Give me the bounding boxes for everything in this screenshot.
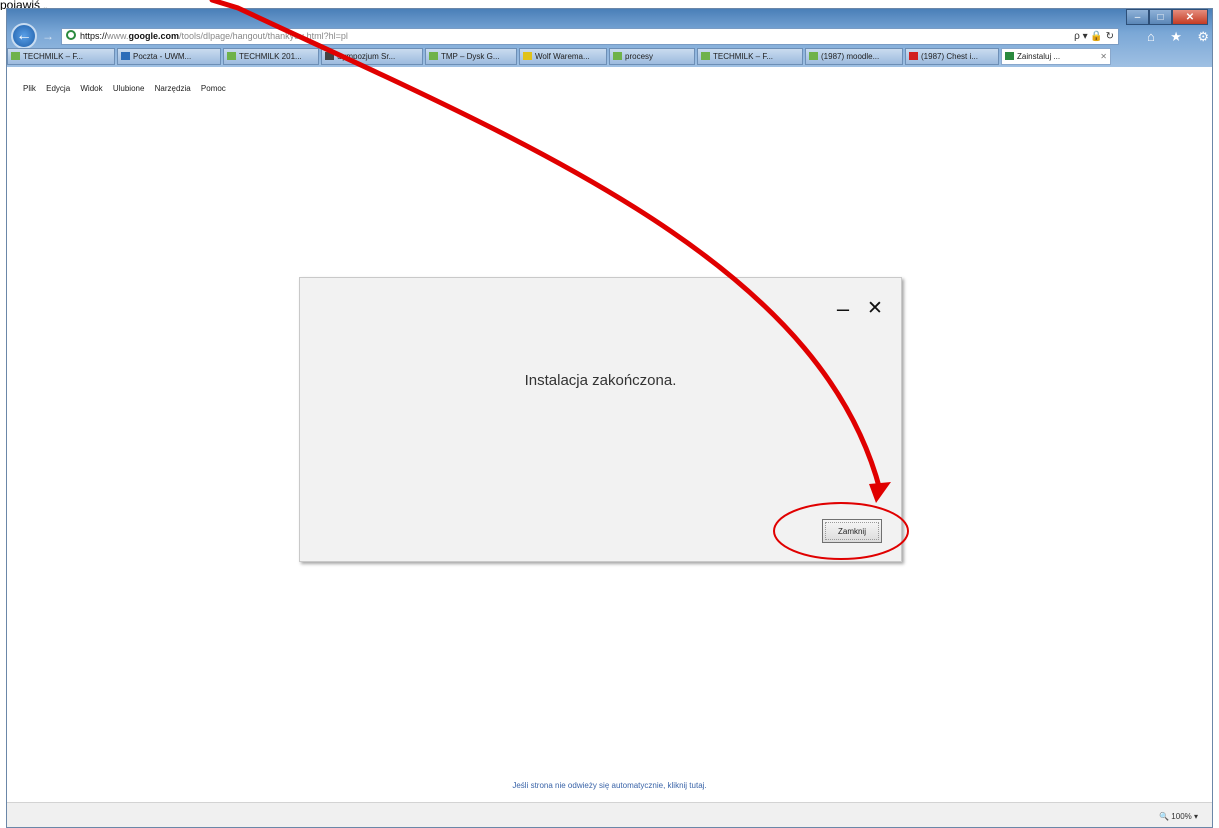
tab-label: TMP – Dysk G... <box>441 52 500 61</box>
settings-gear-icon[interactable]: ⚙ <box>1197 28 1209 46</box>
tab-label: TECHMILK – F... <box>713 52 774 61</box>
forward-button[interactable]: → <box>41 29 55 43</box>
tab-label: Wolf Warema... <box>535 52 590 61</box>
tab-favicon-icon <box>909 52 918 60</box>
install-complete-dialog: – ✕ Instalacja zakończona. Zamknij <box>299 277 902 562</box>
tab-label: Sympozjum Sr... <box>337 52 396 61</box>
dialog-close-button[interactable]: ✕ <box>867 299 883 319</box>
browser-tab[interactable]: TMP – Dysk G... <box>425 48 517 65</box>
zoom-level[interactable]: 🔍 100% ▾ <box>1159 812 1198 821</box>
tab-favicon-icon <box>11 52 20 60</box>
window-maximize-button[interactable]: □ <box>1149 9 1172 25</box>
menu-item-view[interactable]: Widok <box>80 84 102 93</box>
dialog-minimize-button[interactable]: – <box>835 298 851 320</box>
menu-item-tools[interactable]: Narzędzia <box>155 84 191 93</box>
tab-favicon-icon <box>429 52 438 60</box>
window-controls: – □ ✕ <box>1126 9 1208 25</box>
url-domain: google.com <box>128 31 180 41</box>
browser-tab[interactable]: TECHMILK 201... <box>223 48 319 65</box>
dialog-message: Instalacja zakończona. <box>524 372 677 389</box>
tab-favicon-icon <box>1005 52 1014 60</box>
tab-favicon-icon <box>809 52 818 60</box>
back-arrow-icon: ← <box>16 27 32 44</box>
back-button[interactable]: ← <box>11 23 37 49</box>
browser-tab[interactable]: Zainstaluj ... ✕ <box>1001 48 1111 65</box>
site-favicon-icon <box>66 30 76 40</box>
address-bar[interactable]: https://www.google.com/tools/dlpage/hang… <box>61 28 1119 45</box>
status-bar: 🔍 100% ▾ <box>7 802 1212 827</box>
browser-tab[interactable]: Poczta - UWM... <box>117 48 221 65</box>
redirect-link[interactable]: Jeśli strona nie odwieży się automatyczn… <box>7 781 1212 790</box>
browser-tab[interactable]: Wolf Warema... <box>519 48 607 65</box>
tab-favicon-icon <box>325 52 334 60</box>
url-prefix: www. <box>107 31 129 41</box>
tab-favicon-icon <box>701 52 710 60</box>
browser-nav-icons: ⌂ ★ ⚙ <box>1147 28 1209 46</box>
url-path: /tools/dlpage/hangout/thankyou.html?hl=p… <box>179 31 348 41</box>
home-icon[interactable]: ⌂ <box>1147 28 1155 46</box>
url-protocol: https:// <box>80 31 108 41</box>
browser-tab[interactable]: procesy <box>609 48 695 65</box>
menu-item-file[interactable]: Plik <box>23 84 36 93</box>
address-tools[interactable]: ρ ▾ 🔒 ↻ <box>1074 29 1114 44</box>
tab-label: (1987) Chest i... <box>921 52 978 61</box>
tab-label: (1987) moodle... <box>821 52 880 61</box>
browser-tab[interactable]: (1987) Chest i... <box>905 48 999 65</box>
menu-bar: Plik Edycja Widok Ulubione Narzędzia Pom… <box>7 67 1212 94</box>
tab-bar: TECHMILK – F... Poczta - UWM... TECHMILK 2… <box>7 48 1212 66</box>
tab-label: TECHMILK 201... <box>239 52 302 61</box>
browser-titlebar: – □ ✕ ← → https://www.google.com/tools/d… <box>7 9 1212 67</box>
tab-label: TECHMILK – F... <box>23 52 84 61</box>
tab-favicon-icon <box>121 52 130 60</box>
menu-item-edit[interactable]: Edycja <box>46 84 70 93</box>
tab-favicon-icon <box>523 52 532 60</box>
tab-close-icon[interactable]: ✕ <box>1100 49 1107 64</box>
window-minimize-button[interactable]: – <box>1126 9 1149 25</box>
browser-tab[interactable]: Sympozjum Sr... <box>321 48 423 65</box>
menu-item-favorites[interactable]: Ulubione <box>113 84 145 93</box>
window-close-button[interactable]: ✕ <box>1172 9 1208 25</box>
menu-item-help[interactable]: Pomoc <box>201 84 226 93</box>
browser-tab[interactable]: (1987) moodle... <box>805 48 903 65</box>
tab-label: Zainstaluj ... <box>1017 52 1061 61</box>
tab-favicon-icon <box>613 52 622 60</box>
favorites-star-icon[interactable]: ★ <box>1170 28 1182 46</box>
browser-tab[interactable]: TECHMILK – F... <box>697 48 803 65</box>
close-button[interactable]: Zamknij <box>822 519 882 543</box>
tab-favicon-icon <box>227 52 236 60</box>
tab-label: Poczta - UWM... <box>133 52 192 61</box>
browser-window: – □ ✕ ← → https://www.google.com/tools/d… <box>6 8 1213 828</box>
tab-label: procesy <box>625 52 654 61</box>
browser-tab[interactable]: TECHMILK – F... <box>7 48 115 65</box>
forward-arrow-icon: → <box>42 29 54 43</box>
